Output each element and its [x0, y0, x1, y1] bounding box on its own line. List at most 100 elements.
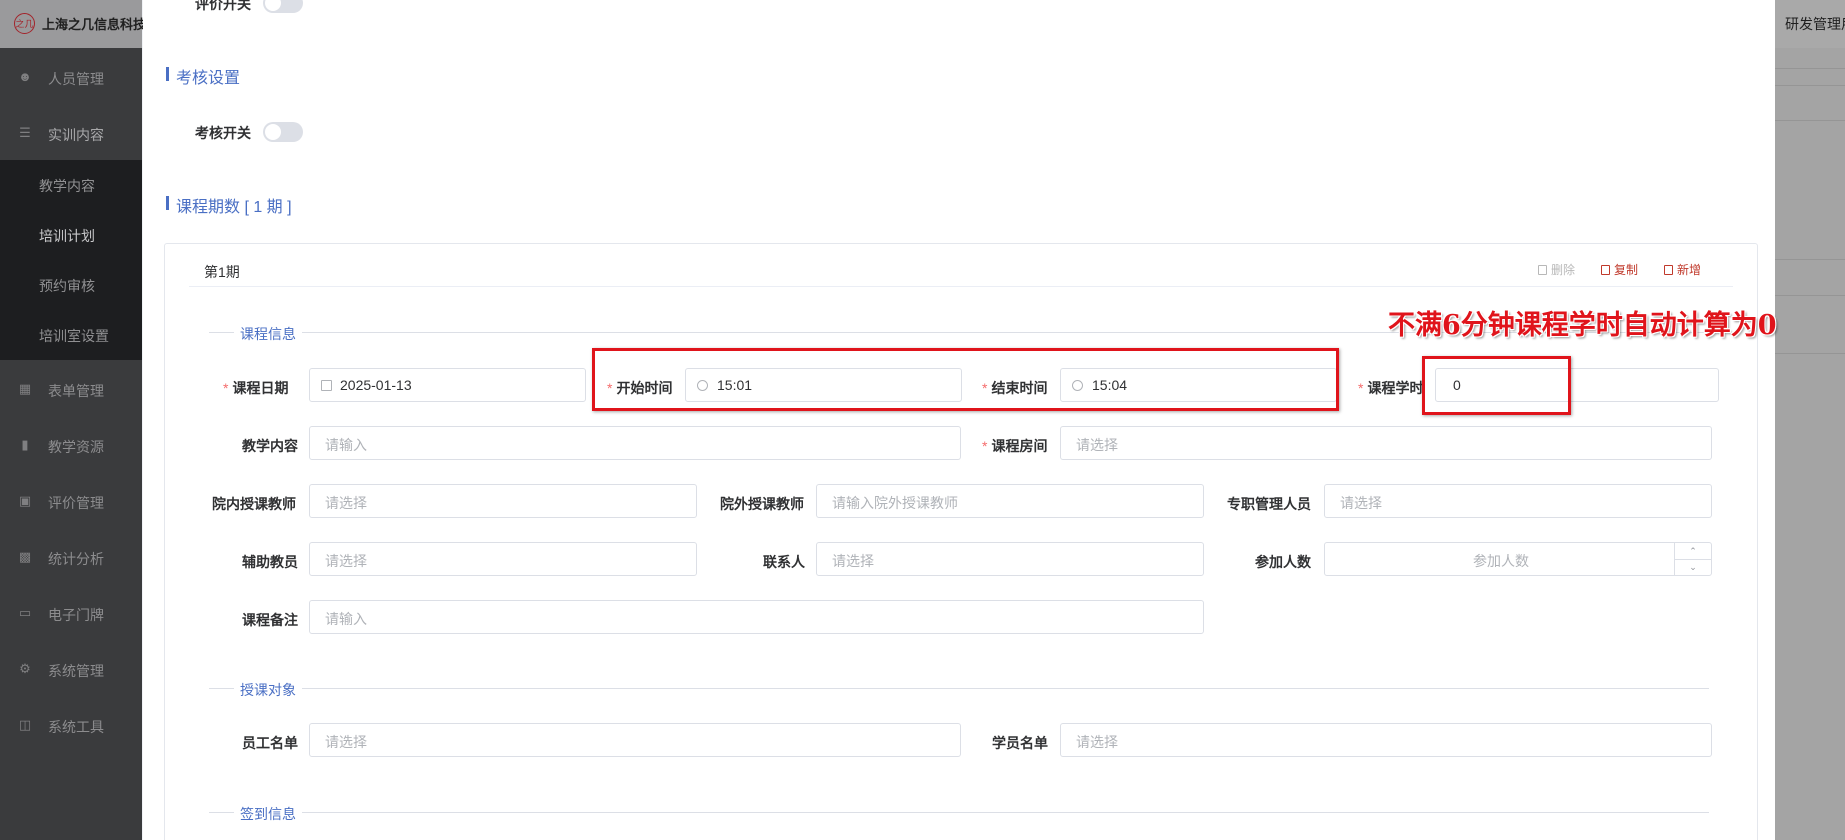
sidebar-subitem-teaching-content[interactable]: 教学内容	[0, 160, 142, 210]
sidebar-item-training-content[interactable]: ☰ 实训内容	[0, 106, 142, 162]
company-logo: 之几	[14, 13, 35, 34]
add-icon	[1664, 265, 1673, 275]
course-hours-label: * 课程学时	[1358, 378, 1423, 398]
sidebar-item-label: 评价管理	[48, 495, 104, 511]
sidebar-item-label: 教学内容	[39, 178, 95, 194]
course-room-select[interactable]: 请选择	[1060, 426, 1712, 460]
participants-label: 参加人数	[1255, 554, 1311, 570]
sidebar-item-evaluation[interactable]: ▣ 评价管理	[0, 474, 142, 530]
placeholder: 请选择	[1340, 495, 1382, 511]
sidebar-subitem-room-settings[interactable]: 培训室设置	[0, 310, 142, 360]
course-date-value: 2025-01-13	[340, 377, 412, 393]
assess-switch-label: 考核开关	[195, 125, 251, 141]
sidebar-item-personnel[interactable]: ☻ 人员管理	[0, 50, 142, 106]
sidebar-subitem-booking-review[interactable]: 预约审核	[0, 260, 142, 310]
course-date-picker[interactable]: 2025-01-13	[309, 368, 586, 402]
contact-select[interactable]: 请选择	[816, 542, 1204, 576]
period-title: 第1期	[204, 264, 240, 280]
course-info-title: 课程信息	[234, 324, 302, 344]
assess-section-title: 考核设置	[166, 64, 240, 88]
outer-teacher-input[interactable]: 请输入院外授课教师	[816, 484, 1204, 518]
participants-stepper[interactable]: 参加人数 ⌃ ⌄	[1324, 542, 1712, 576]
add-label: 新增	[1677, 263, 1702, 277]
evaluation-switch[interactable]	[263, 0, 303, 13]
copy-button[interactable]: 复制	[1601, 261, 1638, 278]
logo-bar: 之几 上海之几信息科技有	[0, 0, 159, 48]
assess-switch[interactable]	[263, 122, 303, 142]
chart-icon: ▩	[18, 549, 32, 564]
stepper-controls: ⌃ ⌄	[1674, 543, 1711, 575]
decrease-button[interactable]: ⌄	[1675, 559, 1711, 575]
sidebar-item-label: 统计分析	[48, 551, 104, 567]
sidebar-subitem-training-plan[interactable]: 培训计划	[0, 210, 142, 260]
resource-icon: ▮	[21, 437, 29, 452]
signin-divider	[209, 812, 1709, 813]
manager-select[interactable]: 请选择	[1324, 484, 1712, 518]
sidebar-item-label: 培训计划	[39, 228, 95, 244]
add-button[interactable]: 新增	[1664, 261, 1701, 278]
divider	[1775, 68, 1845, 69]
sidebar-item-statistics[interactable]: ▩ 统计分析	[0, 530, 142, 586]
assistant-label: 辅助教员	[242, 554, 298, 570]
remark-input[interactable]: 请输入	[309, 600, 1204, 634]
user-icon: ☻	[18, 69, 32, 84]
sidebar-item-label: 培训室设置	[39, 328, 109, 344]
outer-teacher-label: 院外授课教师	[720, 496, 804, 512]
staff-list-select[interactable]: 请选择	[309, 723, 961, 757]
evaluation-switch-label: 评价开关	[195, 0, 251, 12]
highlight-box-time	[592, 348, 1339, 411]
sidebar-item-label: 实训内容	[48, 127, 104, 143]
required-mark: *	[223, 380, 229, 396]
label-text: 课程房间	[991, 438, 1048, 454]
sidebar-item-system[interactable]: ⚙ 系统管理	[0, 642, 142, 698]
sidebar-item-label: 系统管理	[48, 663, 104, 679]
annotation-text: 不满6分钟课程学时自动计算为0	[1388, 310, 1777, 341]
sidebar-item-resources[interactable]: ▮ 教学资源	[0, 418, 142, 474]
calendar-icon	[321, 380, 332, 391]
divider	[1775, 353, 1845, 354]
divider	[1775, 85, 1845, 86]
copy-label: 复制	[1614, 263, 1639, 277]
student-list-label: 学员名单	[992, 735, 1048, 751]
placeholder: 参加人数	[1473, 553, 1529, 569]
plan-dialog: 评价开关 考核设置 考核开关 课程期数 [ 1 期 ] 第1期 删除 复制 新增…	[143, 0, 1775, 840]
required-mark: *	[982, 438, 988, 454]
placeholder: 请输入院外授课教师	[832, 495, 958, 511]
sidebar-item-door-sign[interactable]: ▭ 电子门牌	[0, 586, 142, 642]
section-marker	[166, 196, 169, 210]
monitor-icon: ▭	[18, 605, 32, 620]
inner-teacher-label: 院内授课教师	[212, 496, 296, 512]
manager-label: 专职管理人员	[1227, 496, 1311, 512]
placeholder: 请选择	[1076, 734, 1118, 750]
inner-teacher-select[interactable]: 请选择	[309, 484, 697, 518]
sidebar-item-forms[interactable]: ▦ 表单管理	[0, 362, 142, 418]
course-date-label: * 课程日期	[223, 378, 288, 398]
student-list-select[interactable]: 请选择	[1060, 723, 1712, 757]
assistant-select[interactable]: 请选择	[309, 542, 697, 576]
background-page: 研发管理用	[1775, 0, 1845, 840]
submenu: 教学内容 培训计划 预约审核 培训室设置	[0, 160, 142, 360]
placeholder: 请选择	[832, 553, 874, 569]
remark-label: 课程备注	[242, 612, 298, 628]
placeholder: 请输入	[325, 437, 367, 453]
placeholder: 请选择	[325, 734, 367, 750]
audience-title: 授课对象	[234, 680, 302, 700]
label-text: 课程日期	[232, 380, 289, 396]
teaching-content-label: 教学内容	[242, 438, 298, 454]
increase-button[interactable]: ⌃	[1675, 543, 1711, 560]
evaluate-icon: ▣	[18, 493, 32, 508]
audience-divider	[209, 688, 1709, 689]
toolbox-icon: ◫	[18, 717, 32, 732]
contact-label: 联系人	[763, 554, 805, 570]
sidebar-item-tools[interactable]: ◫ 系统工具	[0, 698, 142, 754]
delete-button[interactable]: 删除	[1538, 261, 1575, 278]
form-icon: ▦	[18, 381, 32, 396]
course-room-label: * 课程房间	[982, 436, 1047, 456]
staff-list-label: 员工名单	[242, 735, 298, 751]
sidebar-item-label: 教学资源	[48, 439, 104, 455]
sidebar-item-label: 人员管理	[48, 71, 104, 87]
trash-icon	[1538, 265, 1547, 275]
label-text: 课程学时	[1367, 380, 1424, 396]
teaching-content-input[interactable]: 请输入	[309, 426, 961, 460]
header-right: 研发管理用	[1775, 0, 1845, 48]
